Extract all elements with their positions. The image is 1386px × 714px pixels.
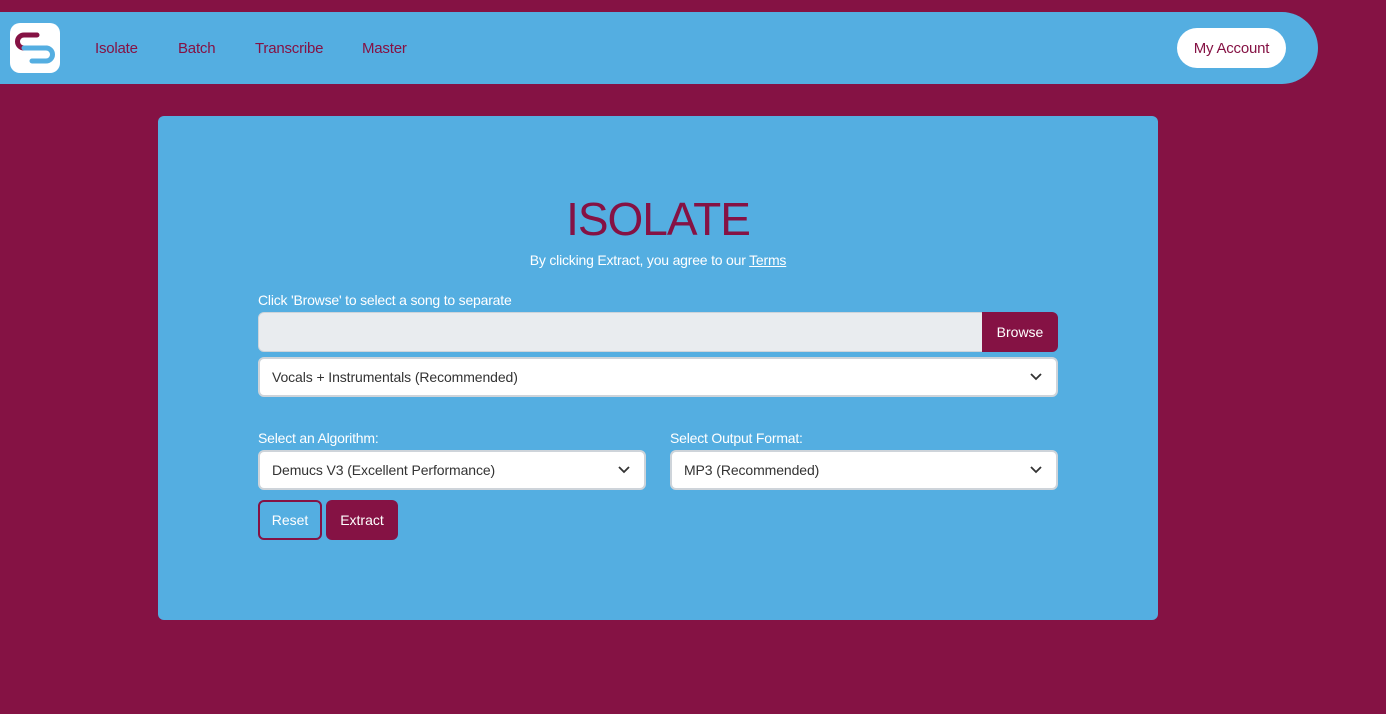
browse-button[interactable]: Browse (982, 312, 1058, 352)
terms-notice: By clicking Extract, you agree to our Te… (158, 252, 1158, 268)
terms-text: By clicking Extract, you agree to our (529, 252, 746, 268)
algorithm-select-value: Demucs V3 (Excellent Performance) (272, 462, 496, 478)
separation-select-value: Vocals + Instrumentals (Recommended) (272, 369, 518, 385)
terms-link[interactable]: Terms (749, 252, 786, 268)
file-input[interactable] (258, 312, 983, 352)
nav-batch[interactable]: Batch (178, 40, 216, 57)
format-select-value: MP3 (Recommended) (684, 462, 820, 478)
top-navbar: Isolate Batch Transcribe Master My Accou… (0, 12, 1318, 84)
logo-icon[interactable] (10, 23, 60, 73)
page-title: ISOLATE (566, 193, 751, 245)
format-select[interactable]: MP3 (Recommended) (670, 450, 1058, 490)
reset-button[interactable]: Reset (258, 500, 322, 540)
separation-select[interactable]: Vocals + Instrumentals (Recommended) (258, 357, 1058, 397)
chevron-down-icon (1030, 466, 1042, 474)
nav-master[interactable]: Master (362, 40, 407, 57)
algorithm-select[interactable]: Demucs V3 (Excellent Performance) (258, 450, 646, 490)
isolate-card: ISOLATE By clicking Extract, you agree t… (158, 116, 1158, 620)
chevron-down-icon (1030, 373, 1042, 381)
file-label: Click 'Browse' to select a song to separ… (258, 292, 512, 308)
algorithm-label: Select an Algorithm: (258, 430, 379, 446)
format-label: Select Output Format: (670, 430, 803, 446)
nav-transcribe[interactable]: Transcribe (255, 40, 324, 57)
extract-button[interactable]: Extract (326, 500, 398, 540)
nav-isolate[interactable]: Isolate (95, 40, 138, 57)
chevron-down-icon (618, 466, 630, 474)
my-account-button[interactable]: My Account (1177, 28, 1286, 68)
